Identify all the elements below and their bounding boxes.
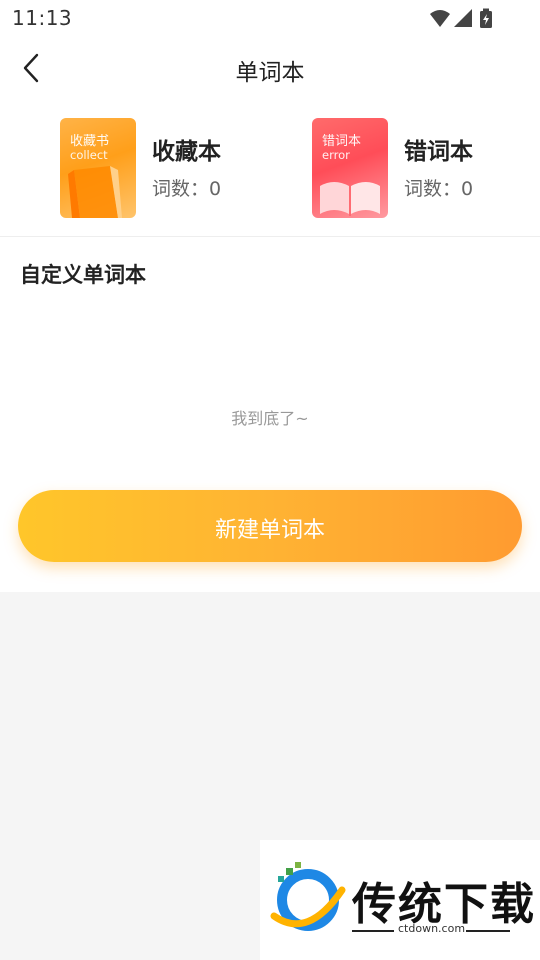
- watermark: 传统下载 ctdown.com: [260, 840, 540, 960]
- status-icons: [428, 8, 500, 28]
- favorites-cover: 收藏书 collect: [60, 118, 136, 218]
- watermark-line-right: [466, 930, 510, 932]
- mistakes-cover-title: 错词本: [322, 134, 362, 149]
- list-end-text: 我到底了~: [231, 409, 309, 428]
- mistakes-cover: 错词本 error: [312, 118, 388, 218]
- open-book-icon: [320, 182, 380, 216]
- favorites-notebook-card[interactable]: 收藏书 collect 收藏本 词数：0: [60, 118, 280, 220]
- status-bar: 11:13: [0, 0, 540, 36]
- watermark-url: ctdown.com: [398, 922, 466, 935]
- mistakes-name: 错词本: [404, 139, 473, 165]
- new-notebook-button[interactable]: 新建单词本: [18, 490, 522, 562]
- battery-charging-icon: [480, 8, 492, 28]
- watermark-line-left: [352, 930, 394, 932]
- custom-notebooks-heading: 自定义单词本: [20, 263, 146, 287]
- mistakes-word-count: 词数：0: [404, 178, 474, 200]
- notebook-cards: 收藏书 collect 收藏本 词数：0 错词本 error 错词本 词数：0: [0, 112, 540, 232]
- favorites-name: 收藏本: [152, 139, 221, 165]
- ctdown-logo-icon: [270, 862, 346, 931]
- signal-icon: [454, 9, 472, 27]
- mistakes-cover-subtitle: error: [322, 148, 350, 162]
- navigation-bar: 单词本: [0, 36, 540, 100]
- mistakes-notebook-card[interactable]: 错词本 error 错词本 词数：0: [312, 118, 532, 220]
- favorites-cover-title: 收藏书: [70, 134, 110, 149]
- new-notebook-button-label: 新建单词本: [214, 518, 325, 543]
- section-divider: [0, 236, 540, 237]
- page-title: 单词本: [235, 60, 305, 86]
- closed-book-icon: [68, 166, 122, 218]
- status-time: 11:13: [12, 6, 73, 30]
- favorites-cover-subtitle: collect: [70, 148, 108, 162]
- wifi-icon: [430, 10, 450, 27]
- favorites-word-count: 词数：0: [152, 178, 222, 200]
